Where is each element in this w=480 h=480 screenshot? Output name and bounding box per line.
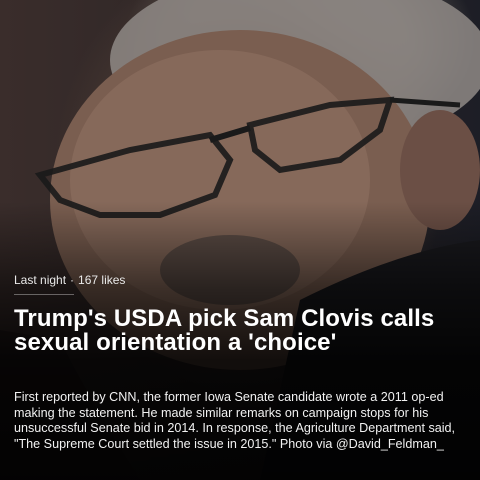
meta-separator: ·: [70, 273, 75, 287]
likes-count[interactable]: 167 likes: [78, 273, 125, 287]
divider: [14, 294, 74, 295]
post-meta: Last night · 167 likes: [14, 273, 125, 287]
post-headline[interactable]: Trump's USDA pick Sam Clovis calls sexua…: [14, 307, 454, 355]
post-time: Last night: [14, 273, 67, 287]
post-body: First reported by CNN, the former Iowa S…: [14, 390, 456, 451]
